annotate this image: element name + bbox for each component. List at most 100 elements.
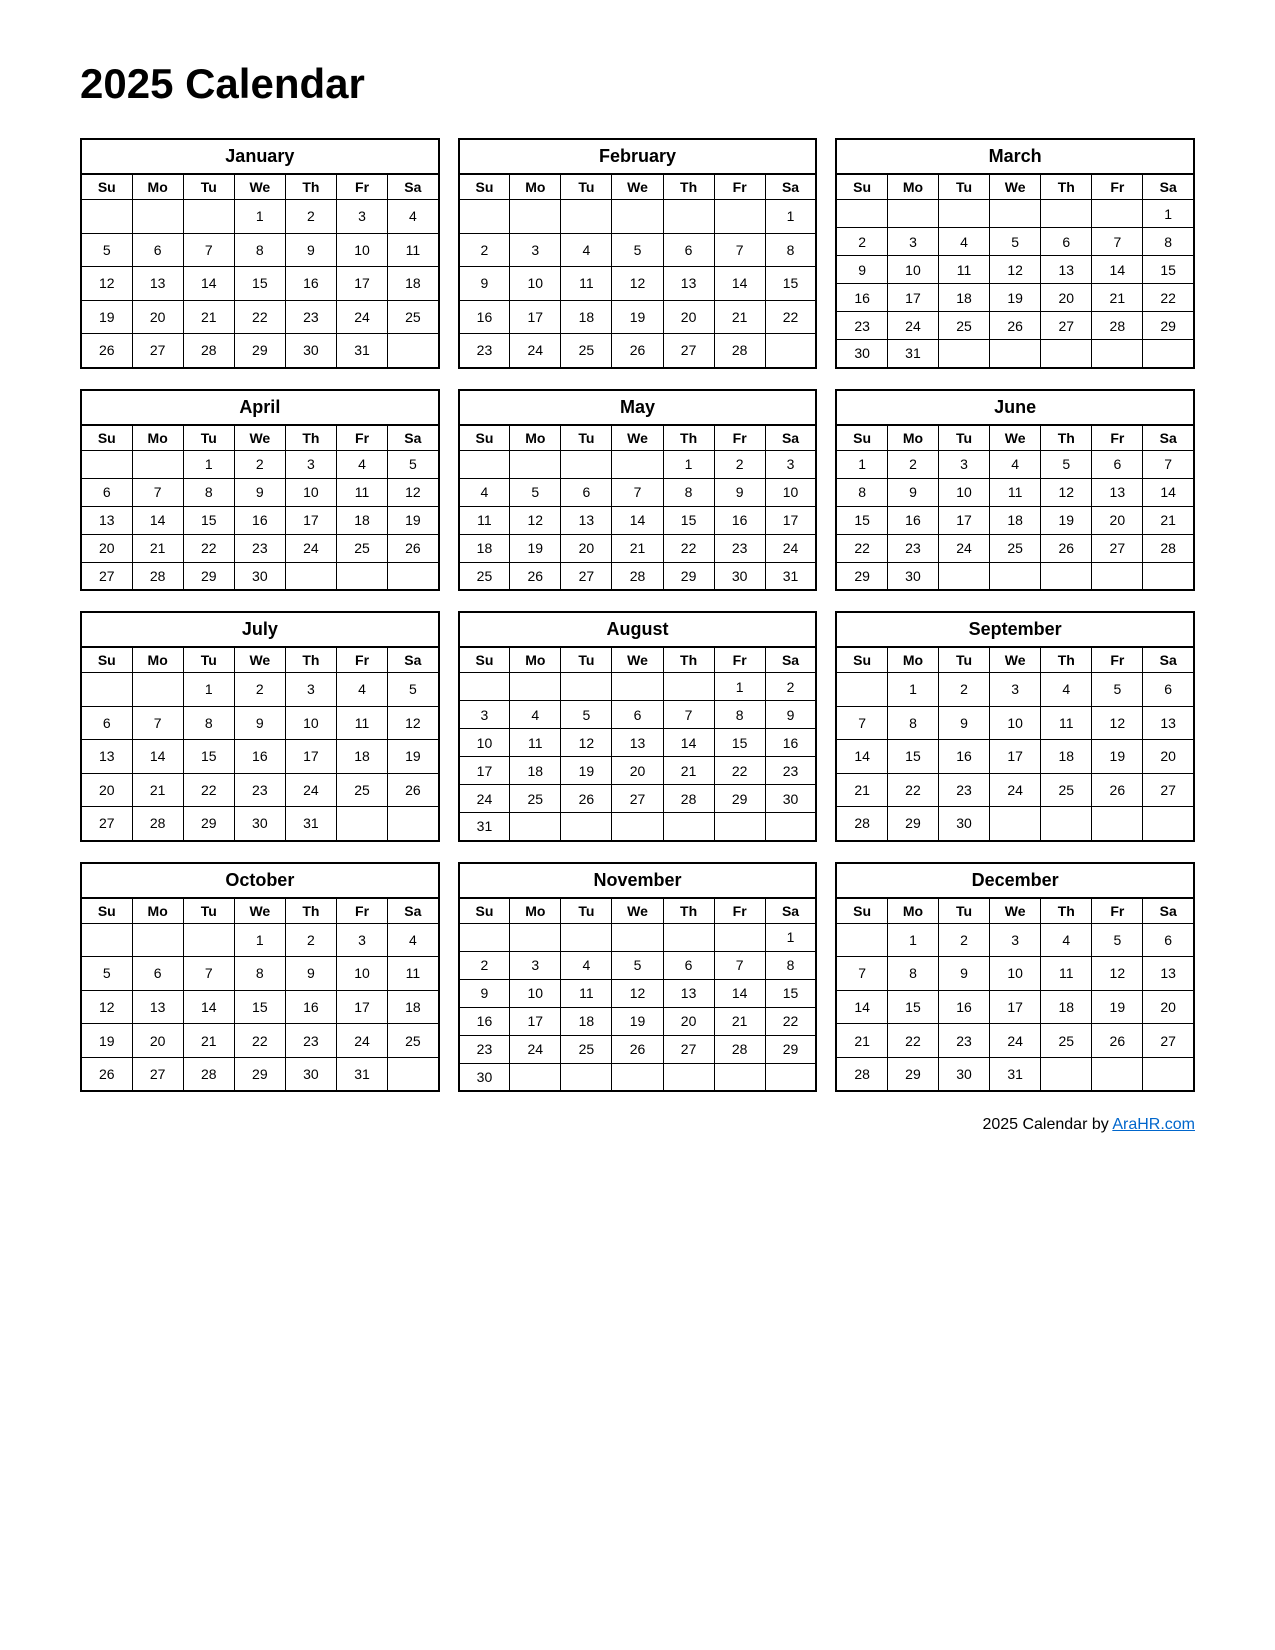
- calendar-day-cell: 18: [336, 506, 387, 534]
- calendar-day-cell: 25: [388, 1024, 439, 1058]
- calendar-day-cell: 24: [990, 1024, 1041, 1058]
- calendar-day-cell: [1041, 562, 1092, 590]
- calendar-day-cell: 23: [836, 312, 887, 340]
- calendar-day-cell: 12: [510, 506, 561, 534]
- calendar-day-cell: 31: [765, 562, 816, 590]
- calendar-week-row: 6789101112: [81, 478, 439, 506]
- calendar-day-cell: 2: [234, 450, 285, 478]
- calendar-day-cell: 27: [612, 785, 663, 813]
- calendar-day-cell: 20: [561, 534, 612, 562]
- calendar-week-row: 9101112131415: [459, 979, 817, 1007]
- calendar-day-cell: 11: [561, 267, 612, 301]
- calendar-week-row: 22232425262728: [836, 534, 1194, 562]
- day-header-th: Th: [285, 898, 336, 924]
- calendar-day-cell: 17: [459, 757, 510, 785]
- calendar-day-cell: 14: [1092, 256, 1143, 284]
- calendar-week-row: 232425262728: [459, 334, 817, 368]
- calendar-day-cell: 26: [612, 1035, 663, 1063]
- calendar-day-cell: 10: [765, 478, 816, 506]
- day-header-sa: Sa: [1143, 647, 1194, 673]
- calendar-day-cell: 22: [765, 1007, 816, 1035]
- calendar-day-cell: [612, 450, 663, 478]
- calendar-week-row: 1: [459, 200, 817, 234]
- calendar-day-cell: 17: [990, 990, 1041, 1024]
- day-header-we: We: [612, 898, 663, 924]
- month-name-june: June: [836, 390, 1194, 425]
- calendar-day-cell: 17: [285, 740, 336, 774]
- calendar-day-cell: 10: [285, 706, 336, 740]
- calendar-week-row: 3031: [836, 340, 1194, 368]
- calendar-day-cell: 25: [990, 534, 1041, 562]
- calendar-day-cell: 1: [183, 450, 234, 478]
- calendar-day-cell: 1: [714, 673, 765, 701]
- calendar-day-cell: 2: [285, 923, 336, 957]
- calendar-day-cell: 20: [612, 757, 663, 785]
- calendar-day-cell: 4: [939, 228, 990, 256]
- calendar-day-cell: 23: [285, 300, 336, 334]
- month-name-february: February: [459, 139, 817, 174]
- calendar-week-row: 16171819202122: [459, 300, 817, 334]
- day-header-mo: Mo: [887, 647, 938, 673]
- calendar-day-cell: 25: [939, 312, 990, 340]
- calendar-day-cell: [714, 923, 765, 951]
- calendar-day-cell: 5: [990, 228, 1041, 256]
- calendar-day-cell: 28: [612, 562, 663, 590]
- calendar-day-cell: 2: [285, 200, 336, 234]
- month-name-january: January: [81, 139, 439, 174]
- calendar-day-cell: 22: [887, 1024, 938, 1058]
- calendar-day-cell: 6: [1092, 450, 1143, 478]
- calendar-day-cell: 31: [887, 340, 938, 368]
- calendar-day-cell: 1: [234, 923, 285, 957]
- calendar-day-cell: 1: [663, 450, 714, 478]
- calendar-day-cell: 27: [1143, 773, 1194, 807]
- calendar-day-cell: [388, 334, 439, 368]
- calendar-day-cell: 6: [1041, 228, 1092, 256]
- day-header-mo: Mo: [132, 647, 183, 673]
- calendar-day-cell: 16: [887, 506, 938, 534]
- calendar-day-cell: [561, 450, 612, 478]
- calendar-day-cell: 4: [1041, 673, 1092, 707]
- calendar-day-cell: 24: [459, 785, 510, 813]
- calendar-day-cell: [81, 673, 132, 707]
- day-header-su: Su: [459, 647, 510, 673]
- calendar-day-cell: 16: [234, 506, 285, 534]
- calendar-day-cell: 26: [1092, 773, 1143, 807]
- calendar-day-cell: 30: [836, 340, 887, 368]
- calendar-day-cell: 22: [887, 773, 938, 807]
- calendar-day-cell: [510, 450, 561, 478]
- calendar-day-cell: 14: [1143, 478, 1194, 506]
- calendar-day-cell: 16: [765, 729, 816, 757]
- calendar-day-cell: [1143, 807, 1194, 841]
- footer-link[interactable]: AraHR.com: [1112, 1116, 1195, 1133]
- calendar-day-cell: 3: [990, 673, 1041, 707]
- calendar-week-row: 891011121314: [836, 478, 1194, 506]
- calendar-day-cell: 24: [336, 300, 387, 334]
- calendar-day-cell: 15: [887, 990, 938, 1024]
- calendar-day-cell: 5: [81, 233, 132, 267]
- calendar-day-cell: 6: [132, 957, 183, 991]
- day-header-we: We: [612, 174, 663, 200]
- calendar-day-cell: [1092, 807, 1143, 841]
- calendar-day-cell: 21: [1143, 506, 1194, 534]
- calendar-day-cell: [183, 923, 234, 957]
- calendar-day-cell: 18: [1041, 990, 1092, 1024]
- day-header-tu: Tu: [561, 898, 612, 924]
- calendar-day-cell: 7: [836, 957, 887, 991]
- day-header-th: Th: [1041, 898, 1092, 924]
- calendar-day-cell: 18: [388, 990, 439, 1024]
- calendar-day-cell: 13: [132, 267, 183, 301]
- calendar-day-cell: 10: [939, 478, 990, 506]
- day-header-mo: Mo: [510, 174, 561, 200]
- calendar-day-cell: [990, 807, 1041, 841]
- calendar-day-cell: 19: [1092, 990, 1143, 1024]
- calendar-day-cell: 29: [1143, 312, 1194, 340]
- calendar-day-cell: 23: [459, 1035, 510, 1063]
- calendar-day-cell: 20: [1092, 506, 1143, 534]
- calendar-day-cell: 1: [183, 673, 234, 707]
- calendar-day-cell: [612, 673, 663, 701]
- calendar-week-row: 1234: [81, 923, 439, 957]
- calendar-week-row: 282930: [836, 807, 1194, 841]
- calendar-day-cell: 25: [510, 785, 561, 813]
- month-name-april: April: [81, 390, 439, 425]
- calendar-day-cell: 31: [459, 813, 510, 841]
